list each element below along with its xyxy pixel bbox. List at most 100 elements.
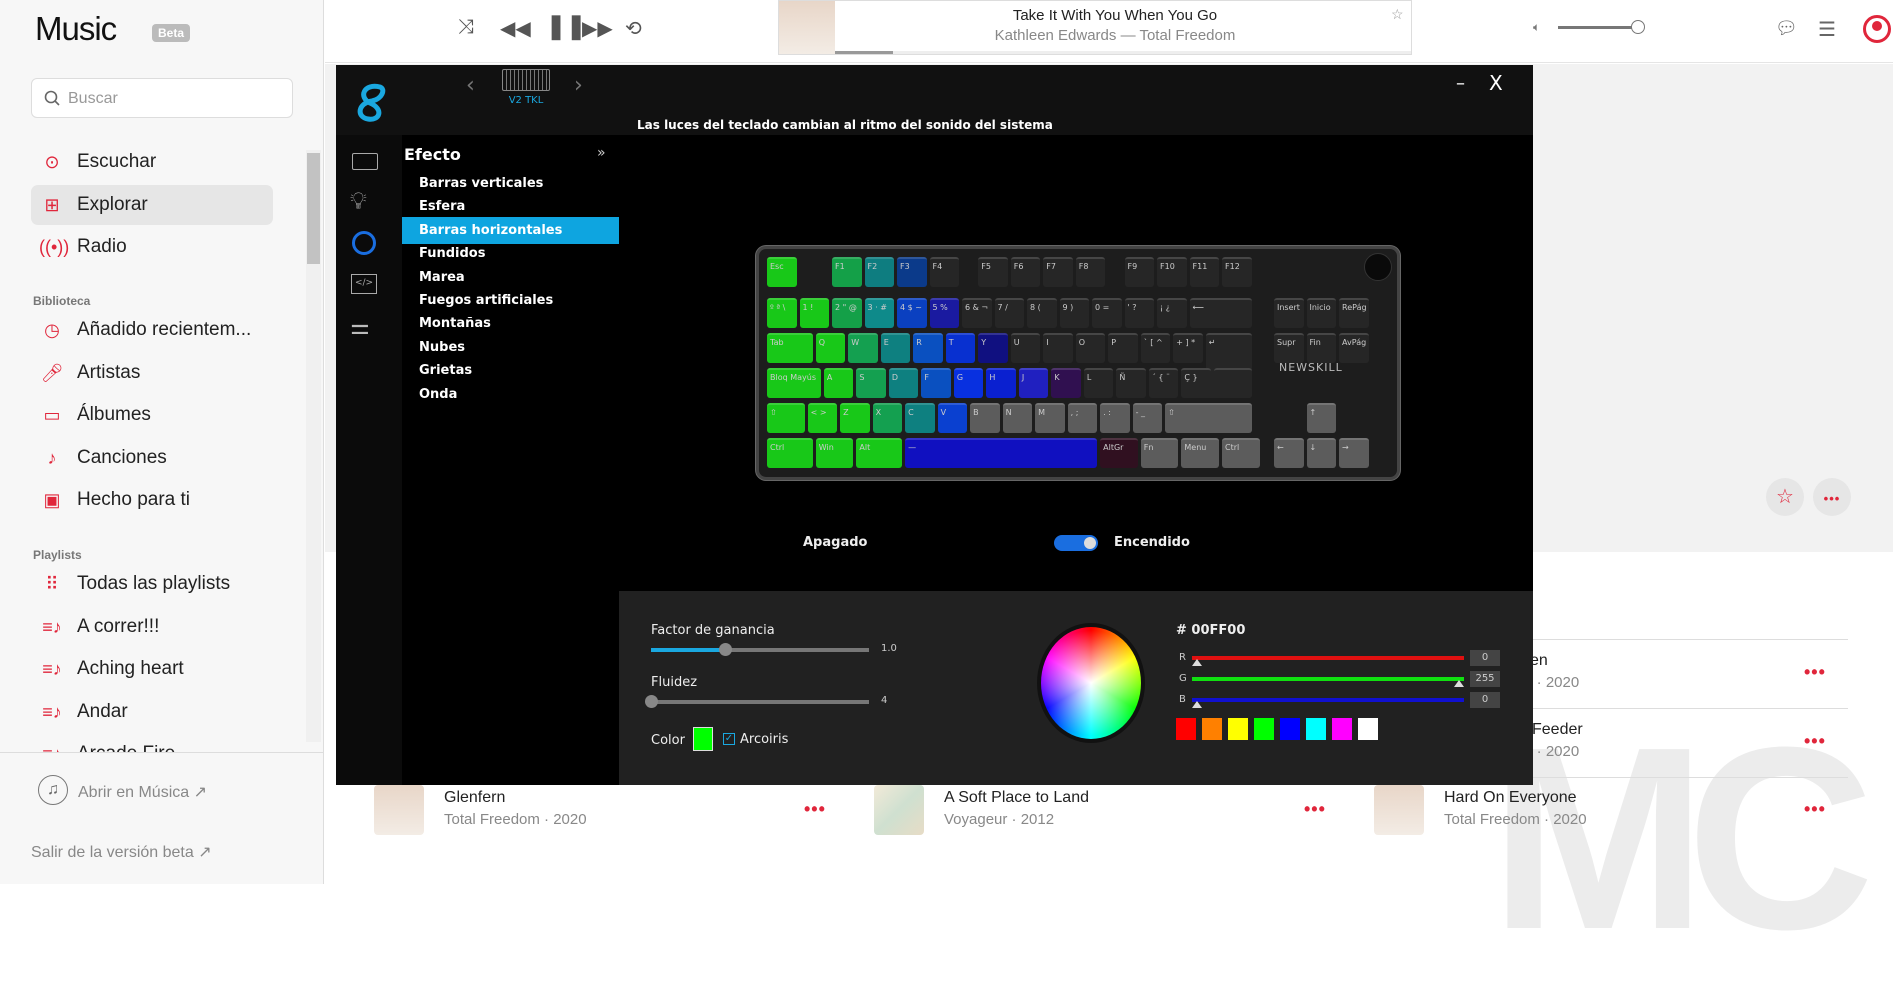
key[interactable]: - _	[1132, 403, 1163, 433]
color-wheel[interactable]	[1037, 623, 1145, 743]
key[interactable]: ⟵	[1189, 298, 1252, 328]
sidebar-scrollbar[interactable]	[306, 150, 321, 742]
sidebar-item-escuchar[interactable]: ⊙ Escuchar	[31, 142, 273, 182]
lightbulb-icon[interactable]: 💡︎	[350, 187, 367, 215]
next-device-arrow[interactable]: ›	[574, 73, 583, 98]
color-preset-swatch[interactable]	[1176, 718, 1196, 740]
shuffle-icon[interactable]: ⤨	[458, 16, 474, 39]
key[interactable]: ⇧	[1165, 403, 1252, 433]
key[interactable]: R	[913, 333, 943, 363]
key[interactable]: V	[937, 403, 968, 433]
key[interactable]	[1213, 368, 1252, 398]
key[interactable]: Tab	[767, 333, 813, 363]
key[interactable]: Bloq Mayús	[767, 368, 821, 398]
key[interactable]: F8	[1075, 257, 1106, 287]
key[interactable]: Fn	[1140, 438, 1179, 468]
key[interactable]: Fin	[1306, 333, 1336, 363]
key[interactable]: 2 " @	[832, 298, 862, 328]
more-icon[interactable]: •••	[1804, 662, 1826, 683]
color-preset-swatch[interactable]	[1228, 718, 1248, 740]
key[interactable]: ` [ ^	[1140, 333, 1171, 363]
list-item[interactable]: Glenfern Total Freedom · 2020 •••	[374, 785, 834, 845]
key[interactable]: ←	[1274, 438, 1304, 468]
color-preset-swatch[interactable]	[1280, 718, 1300, 740]
exit-beta-link[interactable]: Salir de la versión beta ↗	[31, 842, 212, 862]
key[interactable]: M	[1035, 403, 1065, 433]
key[interactable]: Y	[978, 333, 1008, 363]
key[interactable]: O	[1075, 333, 1106, 363]
favorite-star-icon[interactable]: ☆	[1391, 6, 1404, 23]
lighting-toggle[interactable]	[1054, 535, 1098, 551]
key[interactable]: I	[1043, 333, 1073, 363]
key[interactable]: F9	[1124, 257, 1154, 287]
key[interactable]: º ª \	[767, 298, 797, 328]
key[interactable]: S	[856, 368, 886, 398]
channel-value[interactable]: 0	[1470, 692, 1500, 708]
search-input[interactable]: Buscar	[31, 78, 293, 118]
key[interactable]: F6	[1010, 257, 1041, 287]
color-preset-swatch[interactable]	[1332, 718, 1352, 740]
key[interactable]: AltGr	[1100, 438, 1138, 468]
key[interactable]: ¡ ¿	[1157, 298, 1187, 328]
key[interactable]: 0 =	[1092, 298, 1122, 328]
key[interactable]: 8 (	[1027, 298, 1057, 328]
more-icon[interactable]: •••	[1304, 799, 1326, 820]
now-playing[interactable]: Take It With You When You Go Kathleen Ed…	[778, 0, 1412, 55]
key[interactable]: Ctrl	[767, 438, 813, 468]
key[interactable]: < >	[807, 403, 838, 433]
list-item[interactable]: Hard On Everyone Total Freedom · 2020 ••…	[1374, 785, 1850, 845]
key[interactable]: D	[888, 368, 919, 398]
key[interactable]: E	[880, 333, 911, 363]
key[interactable]: 5 %	[929, 298, 959, 328]
key[interactable]: L	[1083, 368, 1114, 398]
gain-slider[interactable]	[651, 643, 869, 656]
close-button[interactable]: X	[1489, 71, 1503, 95]
key[interactable]: , ;	[1067, 403, 1098, 433]
key[interactable]: Insert	[1274, 298, 1304, 328]
key[interactable]: . :	[1100, 403, 1130, 433]
key[interactable]: Esc	[767, 257, 797, 287]
key[interactable]: Ctrl	[1222, 438, 1260, 468]
key[interactable]: 4 $ ~	[897, 298, 927, 328]
key[interactable]: Alt	[856, 438, 903, 468]
color-preset-swatch[interactable]	[1358, 718, 1378, 740]
color-preset-swatch[interactable]	[1306, 718, 1326, 740]
effect-circle-icon[interactable]	[352, 231, 376, 255]
current-color-swatch[interactable]	[693, 727, 713, 751]
key[interactable]: F11	[1189, 257, 1219, 287]
list-item[interactable]: Feeder m · 2020 •••	[1510, 717, 1850, 777]
code-icon[interactable]: </>	[351, 274, 377, 294]
key[interactable]: AvPág	[1339, 333, 1369, 363]
sidebar-item-songs[interactable]: ♪ Canciones	[31, 438, 273, 478]
list-item[interactable]: A Soft Place to Land Voyageur · 2012 •••	[874, 785, 1334, 845]
sidebar-item-made-for-you[interactable]: ▣ Hecho para ti	[31, 480, 273, 520]
slider-thumb[interactable]	[645, 695, 658, 708]
key[interactable]: J	[1018, 368, 1049, 398]
key[interactable]: K	[1051, 368, 1081, 398]
scrollbar-thumb[interactable]	[307, 153, 320, 264]
pause-icon[interactable]: ❚❚	[546, 12, 586, 41]
channel-slider[interactable]	[1192, 677, 1464, 681]
channel-thumb[interactable]	[1192, 701, 1202, 708]
minimize-button[interactable]: –	[1456, 73, 1465, 94]
key[interactable]: G	[953, 368, 984, 398]
key[interactable]: W	[848, 333, 878, 363]
key[interactable]: Ñ	[1116, 368, 1146, 398]
key[interactable]: 6 & ¬	[962, 298, 992, 328]
key[interactable]: 3 · #	[864, 298, 894, 328]
channel-thumb[interactable]	[1192, 659, 1202, 666]
key[interactable]: U	[1010, 333, 1041, 363]
key[interactable]: —	[905, 438, 1098, 468]
list-item[interactable]: en m · 2020 •••	[1510, 648, 1850, 708]
collapse-chevrons-icon[interactable]: »	[597, 145, 606, 161]
key[interactable]: →	[1339, 438, 1369, 468]
sidebar-item-radio[interactable]: ((•)) Radio	[31, 227, 273, 267]
repeat-icon[interactable]: ⟲	[625, 16, 642, 41]
sidebar-playlist[interactable]: ≡♪Arcade Fire	[31, 734, 273, 752]
key[interactable]: F7	[1043, 257, 1073, 287]
key[interactable]: F3	[897, 257, 927, 287]
key[interactable]: Menu	[1181, 438, 1219, 468]
effect-item[interactable]: Onda	[402, 381, 619, 408]
key[interactable]: RePág	[1339, 298, 1369, 328]
key[interactable]: F5	[978, 257, 1008, 287]
